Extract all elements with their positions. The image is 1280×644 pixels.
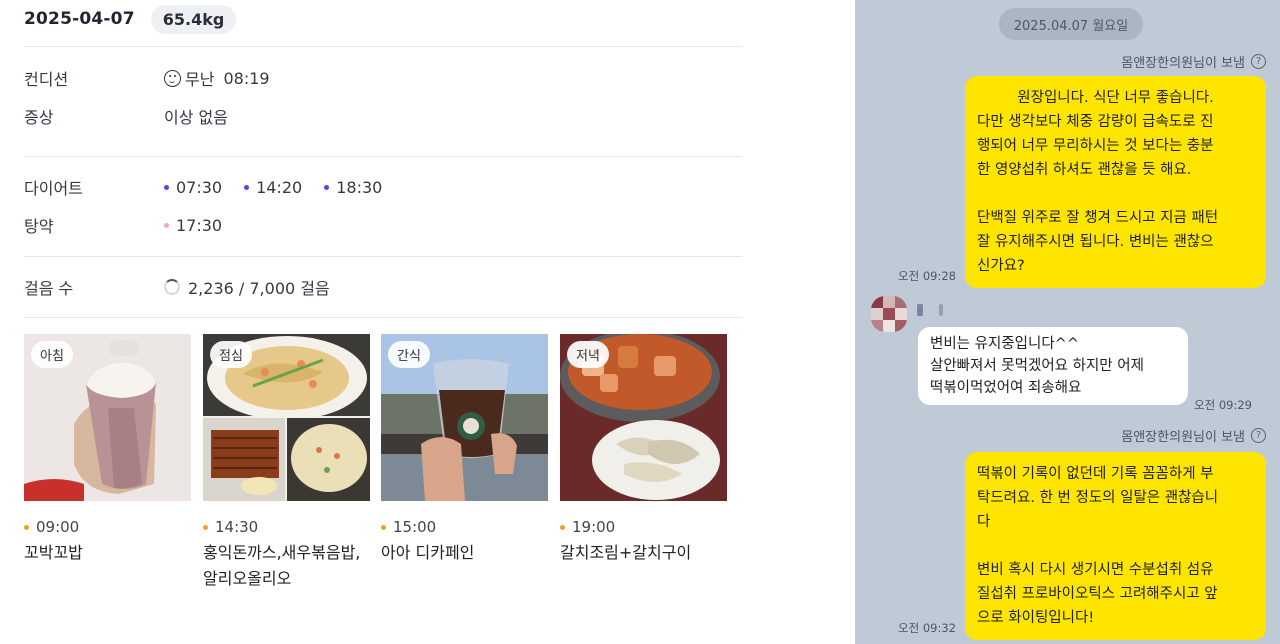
meal-photo-snack[interactable]: 간식 [381, 334, 548, 501]
meal-tag: 저녁 [567, 341, 609, 368]
message-line: 한 영양섭취 하셔도 괜찮을 듯 해요. [977, 162, 1192, 178]
symptom-row: 증상 이상 없음 [24, 104, 228, 128]
message-line: 잘 유지해주시면 됩니다. 변비는 괜찮으 [977, 234, 1214, 250]
log-date: 2025-04-07 [24, 9, 135, 29]
meal-name: 아아 디카페인 [381, 543, 475, 562]
avatar[interactable] [871, 296, 907, 332]
avatar-image [871, 296, 907, 332]
medicine-row: 탕약 17:30 [24, 213, 244, 237]
diet-time: 07:30 [176, 177, 223, 197]
condition-time: 08:19 [223, 68, 270, 88]
help-icon[interactable]: ? [1251, 428, 1266, 443]
chat-panel: 2025.04.07 월요일 몸앤장한의원님이 보냄 ? 원장입니다. 식단 너… [855, 0, 1280, 644]
help-icon[interactable]: ? [1251, 54, 1266, 69]
sender-label: 몸앤장한의원님이 보냄 ? [1121, 52, 1266, 71]
condition-label: 컨디션 [24, 70, 69, 89]
message-line: 탁드려요. 한 번 정도의 일탈은 괜찮습니 [977, 490, 1219, 506]
message-time: 오전 09:28 [898, 269, 956, 283]
meal-tag: 간식 [388, 341, 430, 368]
meal-photo-dinner[interactable]: 저녁 [560, 334, 727, 501]
message-line: 행되어 너무 무리하시는 것 보다는 충분 [977, 138, 1214, 154]
message-line: 신가요? [977, 258, 1025, 274]
message-line: 변비는 유지중입니다^^ [930, 336, 1079, 352]
chat-bubble-outgoing: 떡볶이 기록이 없던데 기록 꼼꼼하게 부 탁드려요. 한 번 정도의 일탈은 … [965, 452, 1266, 640]
dot-icon [164, 184, 169, 190]
sender-name-blur [917, 304, 923, 316]
diet-time: 18:30 [336, 177, 383, 197]
message-line [977, 534, 1254, 558]
medicine-label: 탕약 [24, 217, 54, 236]
meal-name: 갈치조림+갈치구이 [560, 543, 692, 562]
meal-name: 꼬박꼬밥 [24, 543, 83, 562]
dot-icon [164, 222, 169, 228]
sender-name-blur [939, 304, 943, 316]
meal-time-value: 09:00 [36, 518, 80, 536]
message-time: 오전 09:29 [1194, 398, 1252, 412]
divider [24, 156, 742, 157]
chat-bubble-outgoing: 원장입니다. 식단 너무 좋습니다. 다만 생각보다 체중 감량이 급속도로 진… [965, 76, 1266, 288]
divider [24, 46, 742, 47]
message-line: 떡볶이 기록이 없던데 기록 꼼꼼하게 부 [977, 466, 1214, 482]
message-line: 다 [977, 514, 991, 530]
message-line: 질섭취 프로바이오틱스 고려해주시고 앞 [977, 586, 1218, 602]
diet-label: 다이어트 [24, 179, 83, 198]
meal-photos: 아침 점심 간식 저녁 [24, 334, 734, 504]
message-line: 으로 화이팅입니다! [977, 610, 1095, 626]
diet-time: 14:20 [256, 177, 303, 197]
message-time: 오전 09:32 [898, 621, 956, 635]
steps-label: 걸음 수 [24, 279, 74, 298]
condition-row: 컨디션 무난 08:19 [24, 66, 270, 90]
chat-bubble-incoming: 변비는 유지중입니다^^ 살안빠져서 못먹겠어요 하지만 어제 떡볶이먹었어여 … [918, 327, 1188, 405]
meal-time: 15:00 [381, 518, 436, 536]
health-log-panel: 2025-04-07 65.4kg 컨디션 무난 08:19 증상 이상 없음 … [0, 0, 855, 644]
steps-row: 걸음 수 2,236 / 7,000 걸음 [24, 275, 330, 299]
progress-ring-icon [164, 279, 180, 295]
message-line: 원장입니다. 식단 너무 좋습니다. [1017, 90, 1214, 106]
weight-badge: 65.4kg [150, 4, 237, 34]
meal-photo-breakfast[interactable]: 아침 [24, 334, 191, 501]
dot-icon [244, 184, 250, 190]
medicine-time: 17:30 [176, 215, 223, 235]
meal-time: 19:00 [560, 518, 615, 536]
divider [24, 256, 742, 257]
log-header: 2025-04-07 65.4kg [24, 2, 237, 36]
meal-tag: 아침 [31, 341, 73, 368]
meal-name: 홍익돈까스,새우볶음밥,알리오올리오 [203, 543, 361, 588]
message-line [977, 182, 1254, 206]
meal-time: 09:00 [24, 518, 79, 536]
steps-value: 2,236 / 7,000 걸음 [188, 279, 330, 298]
dot-icon [381, 524, 386, 530]
dot-icon [560, 524, 565, 530]
dot-icon [324, 184, 330, 190]
divider [24, 317, 742, 318]
chat-date-divider: 2025.04.07 월요일 [999, 8, 1143, 40]
sender-label: 몸앤장한의원님이 보냄 ? [1121, 426, 1266, 445]
meal-time-value: 14:30 [215, 518, 259, 536]
dot-icon [203, 524, 208, 530]
symptom-label: 증상 [24, 108, 54, 127]
meal-tag: 점심 [210, 341, 252, 368]
sender-label-text: 몸앤장한의원님이 보냄 [1121, 56, 1245, 71]
symptom-value: 이상 없음 [164, 108, 228, 127]
message-line: 떡볶이먹었어여 죄송해요 [930, 380, 1082, 396]
dot-icon [24, 524, 29, 530]
message-line: 다만 생각보다 체중 감량이 급속도로 진 [977, 114, 1214, 130]
meal-time-value: 15:00 [393, 518, 437, 536]
diet-row: 다이어트 07:30 14:20 18:30 [24, 175, 404, 199]
message-line: 변비 혹시 다시 생기시면 수분섭취 섬유 [977, 562, 1214, 578]
message-line: 단백질 위주로 잘 챙겨 드시고 지금 패턴 [977, 210, 1219, 226]
smile-icon [164, 69, 181, 87]
meal-photo-lunch[interactable]: 점심 [203, 334, 370, 501]
condition-value: 무난 [185, 70, 215, 89]
message-line: 살안빠져서 못먹겠어요 하지만 어제 [930, 358, 1144, 374]
meal-time: 14:30 [203, 518, 258, 536]
sender-label-text: 몸앤장한의원님이 보냄 [1121, 430, 1245, 445]
meal-time-value: 19:00 [572, 518, 616, 536]
